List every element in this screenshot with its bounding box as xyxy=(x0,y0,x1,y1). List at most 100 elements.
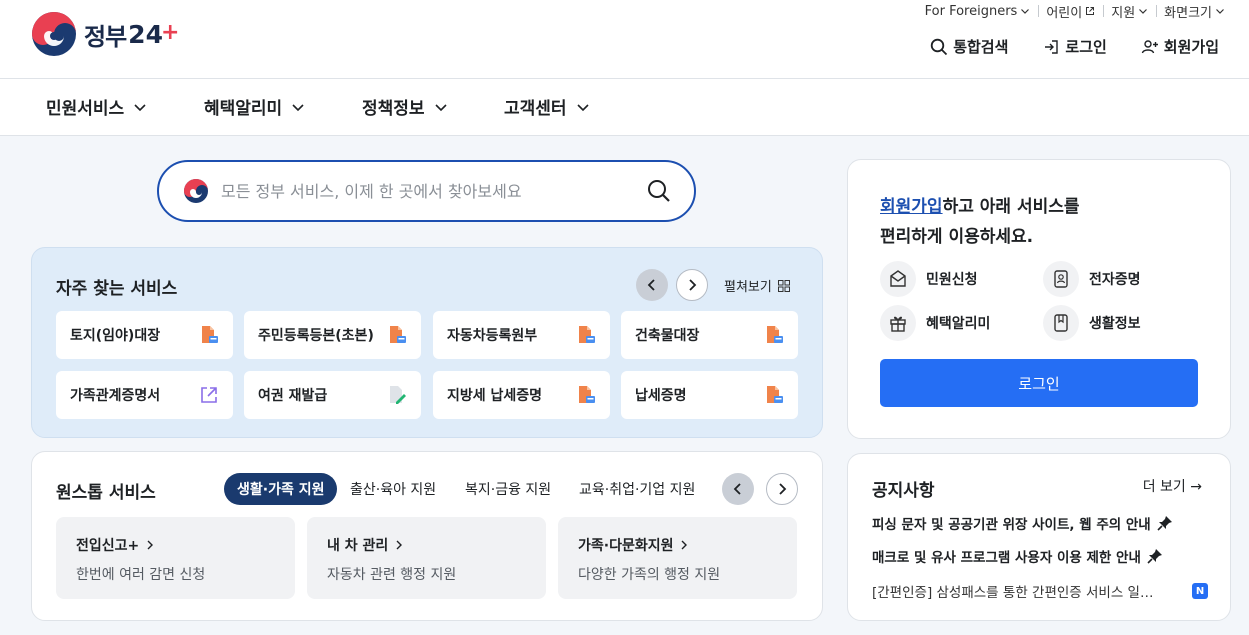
service-tile[interactable]: 건축물대장 xyxy=(621,311,798,359)
nav-label: 정책정보 xyxy=(362,99,425,119)
header: 정부 24 + For Foreigners 어린이 지원 화면크기 통합검색 … xyxy=(0,0,1249,79)
prev-button[interactable] xyxy=(636,269,668,301)
service-tile[interactable]: 가족관계증명서 xyxy=(56,371,233,419)
taegeuk-logo-icon xyxy=(32,12,76,56)
action-label: 회원가입 xyxy=(1163,38,1219,56)
external-link-icon xyxy=(201,387,217,403)
chevron-right-icon xyxy=(689,279,697,291)
unfold-button[interactable]: 펼쳐보기 xyxy=(724,276,790,295)
chevron-left-icon xyxy=(733,483,741,495)
nav-benefit-alerts[interactable]: 혜택알리미 xyxy=(204,94,306,119)
chevron-down-icon xyxy=(576,103,589,111)
chevron-down-icon xyxy=(1021,9,1030,14)
tile-label: 주민등록등본(초본) xyxy=(258,328,374,344)
service-tile[interactable]: 납세증명 xyxy=(621,371,798,419)
search-icon[interactable] xyxy=(646,178,672,204)
util-kids[interactable]: 어린이 xyxy=(1038,2,1103,21)
chevron-right-icon xyxy=(147,540,154,550)
service-civil-apply[interactable]: 민원신청 xyxy=(880,261,978,297)
nav-policy-info[interactable]: 정책정보 xyxy=(362,94,449,119)
tile-label: 납세증명 xyxy=(635,388,687,404)
service-label: 민원신청 xyxy=(926,272,978,288)
card-desc: 자동차 관련 행정 지원 xyxy=(327,567,457,583)
nav-label: 고객센터 xyxy=(504,99,567,119)
nav-customer-center[interactable]: 고객센터 xyxy=(504,94,591,119)
card-title: 내 차 관리 xyxy=(327,535,526,555)
more-link[interactable]: 더 보기 → xyxy=(1143,476,1202,496)
service-label: 생활정보 xyxy=(1089,316,1141,332)
section-title: 자주 찾는 서비스 xyxy=(56,279,178,299)
signup-link[interactable]: 회원가입 xyxy=(880,197,943,217)
tile-label: 지방세 납세증명 xyxy=(447,388,543,404)
util-label: 지원 xyxy=(1111,5,1136,21)
integrated-search-button[interactable]: 통합검색 xyxy=(930,36,1008,57)
utility-menu: For Foreigners 어린이 지원 화면크기 xyxy=(917,2,1233,21)
tile-label: 토지(임야)대장 xyxy=(70,328,161,344)
service-tile[interactable]: 지방세 납세증명 xyxy=(433,371,610,419)
card-title: 가족·다문화지원 xyxy=(578,535,777,555)
service-life-info[interactable]: 생활정보 xyxy=(1043,305,1141,341)
notice-text: [간편인증] 삼성패스를 통한 간편인증 서비스 일… xyxy=(872,585,1154,601)
notice-item[interactable]: 매크로 및 유사 프로그램 사용자 이용 제한 안내 xyxy=(872,546,1208,566)
service-label: 혜택알리미 xyxy=(926,316,991,332)
card-title-text: 가족·다문화지원 xyxy=(578,538,674,554)
mail-inbox-icon xyxy=(880,261,916,297)
logo-text: 정부 xyxy=(84,22,127,51)
unfold-label: 펼쳐보기 xyxy=(724,280,772,295)
util-label: For Foreigners xyxy=(924,3,1018,19)
section-title: 원스톱 서비스 xyxy=(56,483,156,503)
notice-item[interactable]: [간편인증] 삼성패스를 통한 간편인증 서비스 일… N xyxy=(872,581,1208,601)
util-screen-size[interactable]: 화면크기 xyxy=(1156,2,1233,21)
document-issue-icon xyxy=(579,386,595,403)
util-label: 어린이 xyxy=(1046,5,1083,21)
login-button[interactable]: 로그인 xyxy=(880,359,1198,407)
logo-number: 24 xyxy=(128,19,163,49)
edit-document-icon xyxy=(390,386,406,404)
chevron-right-icon xyxy=(681,540,688,550)
document-issue-icon xyxy=(767,386,783,403)
document-issue-icon xyxy=(767,326,783,343)
onestop-card[interactable]: 내 차 관리 자동차 관련 행정 지원 xyxy=(307,517,546,599)
util-for-foreigners[interactable]: For Foreigners xyxy=(917,4,1039,19)
nav-label: 혜택알리미 xyxy=(204,99,283,119)
onestop-card[interactable]: 가족·다문화지원 다양한 가족의 행정 지원 xyxy=(558,517,797,599)
service-tile[interactable]: 주민등록등본(초본) xyxy=(244,311,421,359)
service-tile[interactable]: 여권 재발급 xyxy=(244,371,421,419)
service-e-certificate[interactable]: 전자증명 xyxy=(1043,261,1141,297)
id-card-icon xyxy=(1043,261,1079,297)
search-input[interactable] xyxy=(221,181,646,201)
onestop-card[interactable]: 전입신고+ 한번에 여러 감면 신청 xyxy=(56,517,295,599)
signup-link[interactable]: 회원가입 xyxy=(1141,36,1219,57)
pin-icon xyxy=(1157,516,1172,531)
util-support[interactable]: 지원 xyxy=(1103,2,1156,21)
notice-text: 피싱 문자 및 공공기관 위장 사이트, 웹 주의 안내 xyxy=(872,517,1151,533)
document-issue-icon xyxy=(390,326,406,343)
next-button[interactable] xyxy=(676,269,708,301)
login-link[interactable]: 로그인 xyxy=(1042,36,1107,57)
action-label: 로그인 xyxy=(1065,38,1107,56)
search-bar xyxy=(157,160,696,222)
more-label: 더 보기 xyxy=(1142,479,1186,495)
chevron-right-icon xyxy=(779,483,787,495)
service-tile[interactable]: 자동차등록원부 xyxy=(433,311,610,359)
notice-panel: 공지사항 더 보기 → 피싱 문자 및 공공기관 위장 사이트, 웹 주의 안내… xyxy=(847,453,1231,621)
card-title-text: 전입신고+ xyxy=(76,538,140,554)
login-icon xyxy=(1045,39,1059,54)
document-issue-icon xyxy=(202,326,218,343)
tab-life-family[interactable]: 생활·가족 지원 xyxy=(224,473,338,505)
service-benefit-alerts[interactable]: 혜택알리미 xyxy=(880,305,990,341)
chevron-down-icon xyxy=(434,103,447,111)
logo-plus: + xyxy=(160,19,180,45)
service-tile[interactable]: 토지(임야)대장 xyxy=(56,311,233,359)
nav-civil-services[interactable]: 민원서비스 xyxy=(46,94,148,119)
tab-birth-childcare[interactable]: 출산·육아 지원 xyxy=(350,473,436,505)
next-button[interactable] xyxy=(766,473,798,505)
tab-education-jobs[interactable]: 교육·취업·기업 지원 xyxy=(579,473,695,505)
new-badge: N xyxy=(1192,583,1208,599)
prev-button[interactable] xyxy=(722,473,754,505)
site-logo[interactable]: 정부 24 + xyxy=(30,10,179,58)
gift-icon xyxy=(880,305,916,341)
notice-item[interactable]: 피싱 문자 및 공공기관 위장 사이트, 웹 주의 안내 xyxy=(872,513,1208,533)
tab-welfare-finance[interactable]: 복지·금융 지원 xyxy=(465,473,551,505)
card-title-text: 내 차 관리 xyxy=(327,538,389,554)
